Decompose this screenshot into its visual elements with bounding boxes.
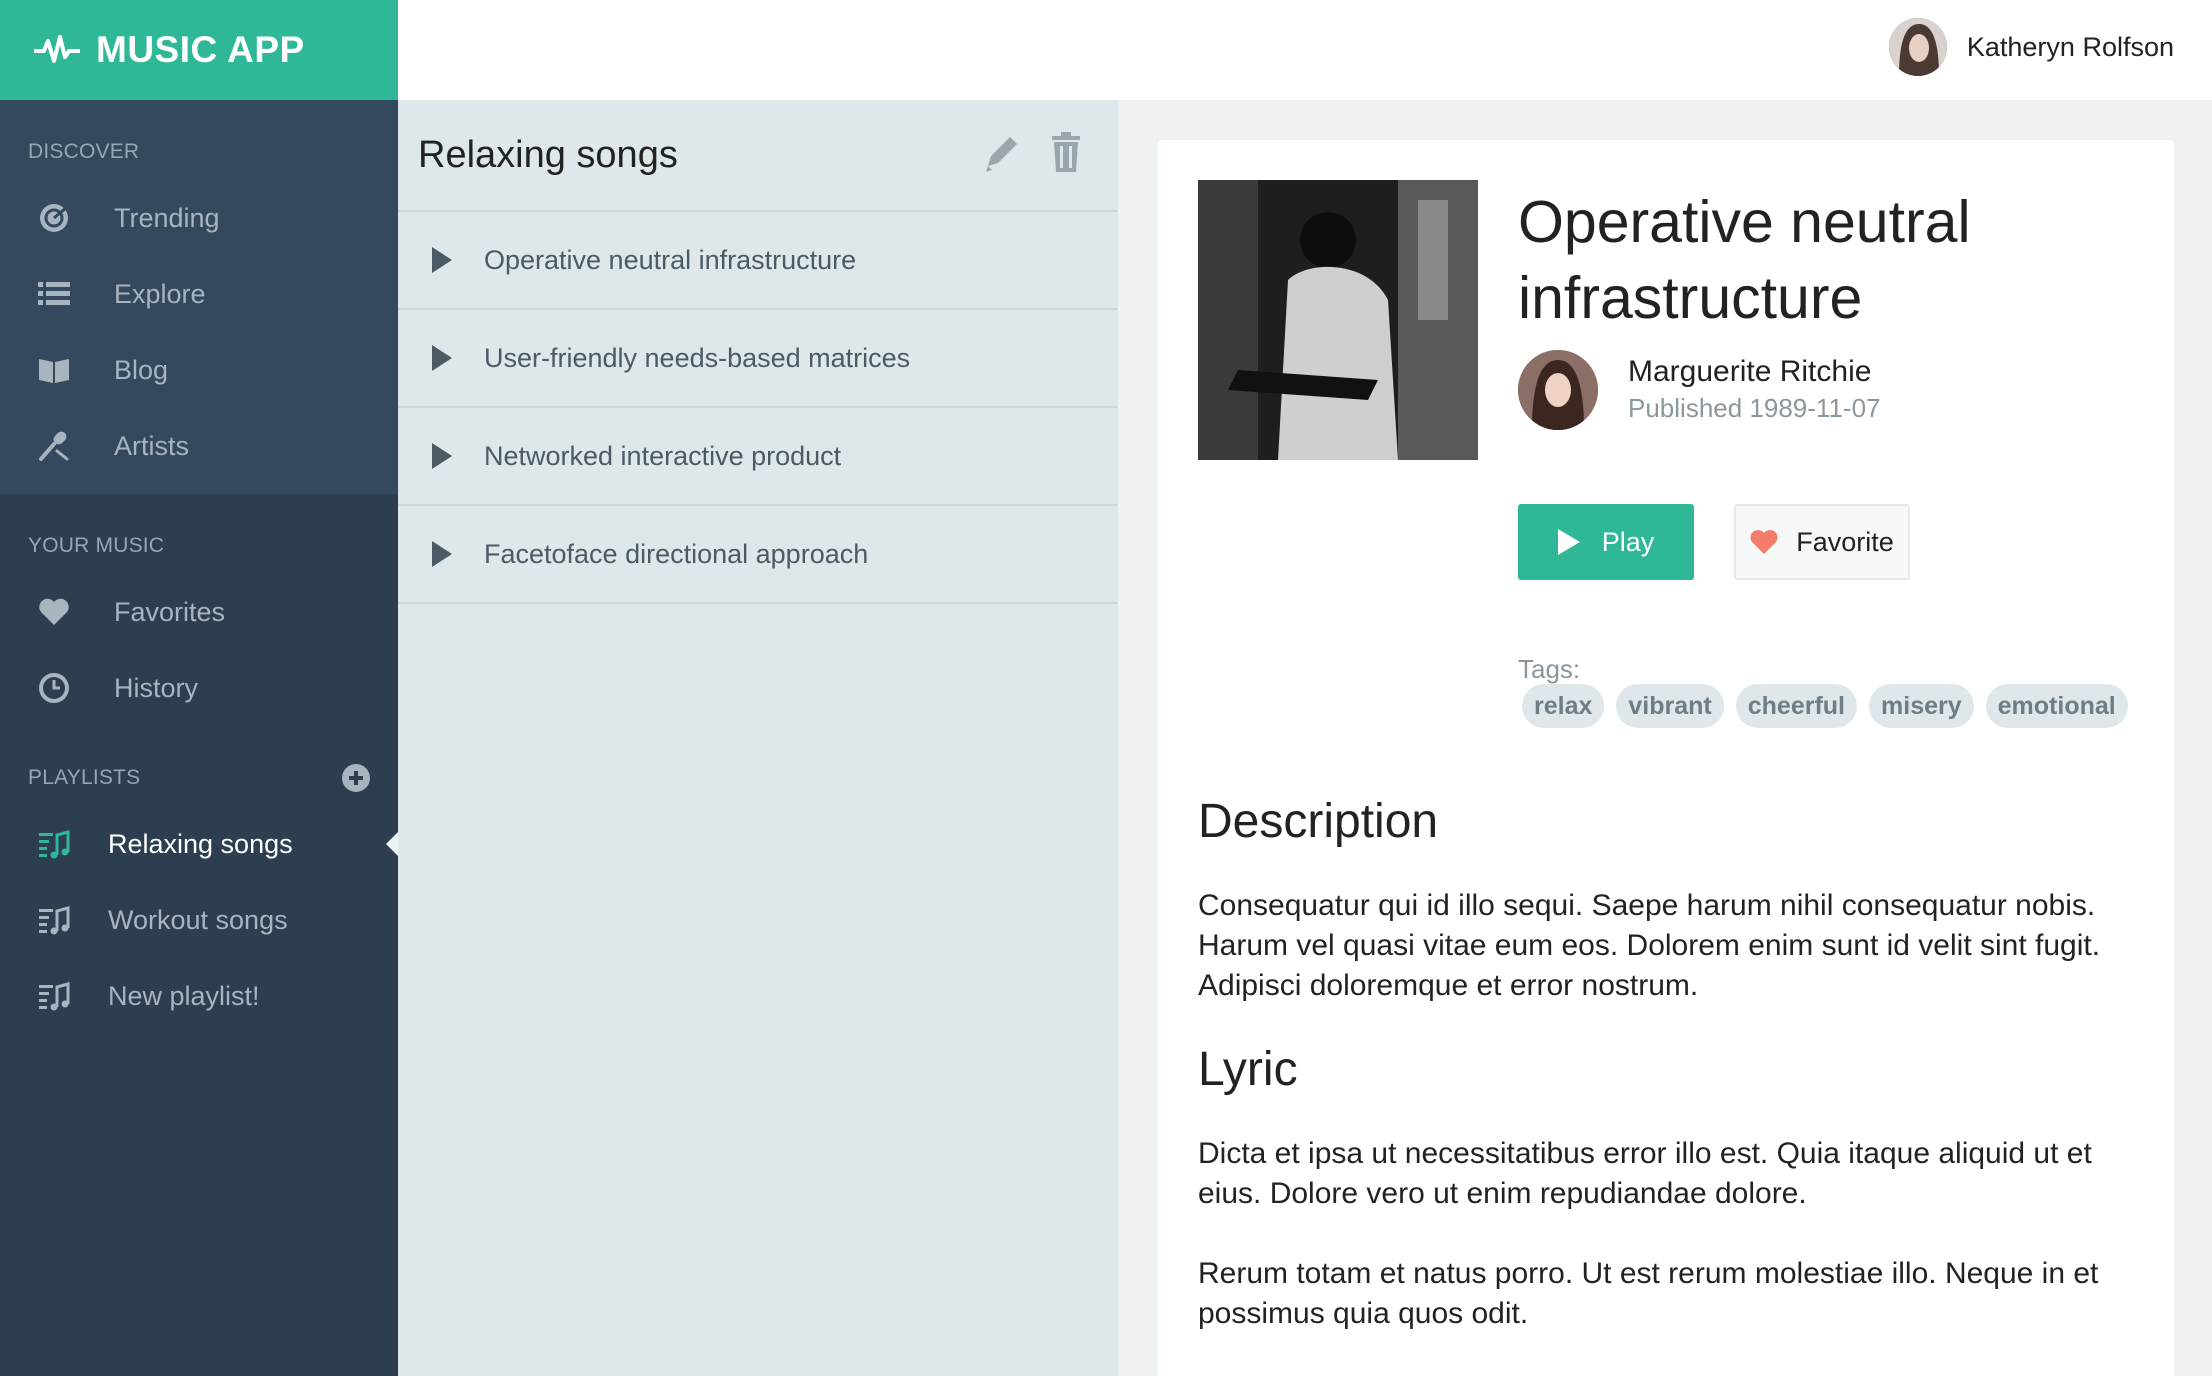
play-button[interactable]: Play	[1518, 504, 1694, 580]
song-title: Facetoface directional approach	[484, 538, 869, 569]
trash-icon[interactable]	[1046, 130, 1086, 174]
play-triangle-icon	[432, 345, 452, 371]
pencil-icon[interactable]	[982, 130, 1022, 174]
add-playlist-icon[interactable]	[342, 764, 370, 792]
lyric-paragraph: Dicta et ipsa ut necessitatibus error il…	[1198, 1137, 2092, 1210]
play-icon	[1557, 529, 1580, 555]
play-button-label: Play	[1601, 526, 1655, 557]
sidebar-item-label: Favorites	[114, 596, 226, 627]
favorite-button-label: Favorite	[1796, 526, 1894, 557]
favorite-button[interactable]: Favorite	[1734, 504, 1910, 580]
sidebar-item-history[interactable]: History	[0, 650, 398, 726]
tags-label: Tags:	[1518, 654, 1581, 684]
sidebar: MUSIC APP DISCOVER Trending Explore Blog	[0, 0, 398, 1376]
sidebar-item-label: Workout songs	[108, 904, 288, 935]
artist-avatar	[1518, 350, 1598, 430]
sidebar-item-relaxing-songs[interactable]: Relaxing songs	[0, 806, 398, 882]
play-triangle-icon	[432, 541, 452, 567]
sidebar-item-label: History	[114, 672, 199, 703]
play-triangle-icon	[432, 247, 452, 273]
playlist-header: Relaxing songs	[398, 100, 1118, 212]
sidebar-item-artists[interactable]: Artists	[0, 408, 398, 484]
sidebar-item-label: Blog	[114, 354, 169, 385]
discover-section: DISCOVER Trending Explore Blog Artists	[0, 100, 398, 494]
description-text: Consequatur qui id illo sequi. Saepe har…	[1198, 889, 2101, 1002]
album-cover	[1198, 180, 1478, 460]
lyric-paragraph: Rerum totam et natus porro. Ut est rerum…	[1198, 1257, 2099, 1330]
sidebar-item-label: Relaxing songs	[108, 828, 293, 859]
song-row[interactable]: User-friendly needs-based matrices	[398, 310, 1118, 408]
song-title: Networked interactive product	[484, 440, 842, 471]
heart-icon	[36, 594, 72, 630]
sidebar-item-label: Trending	[114, 202, 220, 233]
app-logo[interactable]: MUSIC APP	[0, 0, 398, 100]
playlist-music-icon	[36, 826, 72, 862]
list-icon	[36, 276, 72, 312]
section-title-playlists: PLAYLISTS	[28, 766, 141, 789]
song-title: Operative neutral infrastructure	[484, 244, 857, 275]
sidebar-item-favorites[interactable]: Favorites	[0, 574, 398, 650]
section-title-your-music: YOUR MUSIC	[28, 534, 165, 557]
published-date: Published 1989-11-07	[1628, 393, 1881, 423]
artist-text: Marguerite Ritchie Published 1989-11-07	[1628, 354, 1880, 426]
sidebar-item-label: Artists	[114, 430, 190, 461]
tag[interactable]: misery	[1869, 684, 1974, 728]
song-title: User-friendly needs-based matrices	[484, 342, 911, 373]
playlist-music-icon	[36, 978, 72, 1014]
artist-name: Marguerite Ritchie	[1628, 355, 1872, 388]
song-row[interactable]: Operative neutral infrastructure	[398, 212, 1118, 310]
song-row[interactable]: Facetoface directional approach	[398, 506, 1118, 604]
playlists-header: PLAYLISTS	[0, 726, 398, 806]
sidebar-item-blog[interactable]: Blog	[0, 332, 398, 408]
section-title-discover: DISCOVER	[28, 140, 140, 163]
user-menu[interactable]: Katheryn Rolfson	[1888, 18, 2174, 76]
user-name: Katheryn Rolfson	[1966, 31, 2174, 62]
microphone-icon	[36, 428, 72, 464]
artist-info[interactable]: Marguerite Ritchie Published 1989-11-07	[1518, 350, 1880, 430]
pulse-icon	[34, 35, 80, 63]
tag[interactable]: vibrant	[1616, 684, 1724, 728]
user-avatar	[1888, 18, 1947, 76]
book-icon	[36, 352, 72, 388]
tag-list: relax vibrant cheerful misery emotional	[1522, 684, 2128, 728]
song-row[interactable]: Networked interactive product	[398, 408, 1118, 506]
sidebar-item-trending[interactable]: Trending	[0, 180, 398, 256]
sidebar-item-workout-songs[interactable]: Workout songs	[0, 882, 398, 958]
playlist-panel: Relaxing songs Operative neutral infrast…	[398, 100, 1118, 1376]
song-detail-card: Operative neutral infrastructure Marguer…	[1158, 140, 2174, 1376]
tag[interactable]: emotional	[1985, 684, 2128, 728]
trending-icon	[36, 200, 72, 236]
sidebar-item-label: Explore	[114, 278, 206, 309]
top-bar: Katheryn Rolfson	[398, 0, 2212, 100]
playlist-music-icon	[36, 902, 72, 938]
tag[interactable]: relax	[1522, 684, 1605, 728]
sidebar-item-new-playlist[interactable]: New playlist!	[0, 958, 398, 1034]
app-title: MUSIC APP	[96, 29, 305, 70]
song-detail-title: Operative neutral infrastructure	[1518, 189, 1971, 331]
tag[interactable]: cheerful	[1735, 684, 1858, 728]
sidebar-item-label: New playlist!	[108, 980, 260, 1011]
clock-icon	[36, 670, 72, 706]
playlist-title: Relaxing songs	[418, 133, 678, 176]
lyric-heading: Lyric	[1198, 1043, 1298, 1096]
description-heading: Description	[1198, 795, 1439, 848]
play-triangle-icon	[432, 443, 452, 469]
heart-icon	[1750, 530, 1778, 554]
sidebar-item-explore[interactable]: Explore	[0, 256, 398, 332]
playlist-actions	[982, 130, 1086, 174]
